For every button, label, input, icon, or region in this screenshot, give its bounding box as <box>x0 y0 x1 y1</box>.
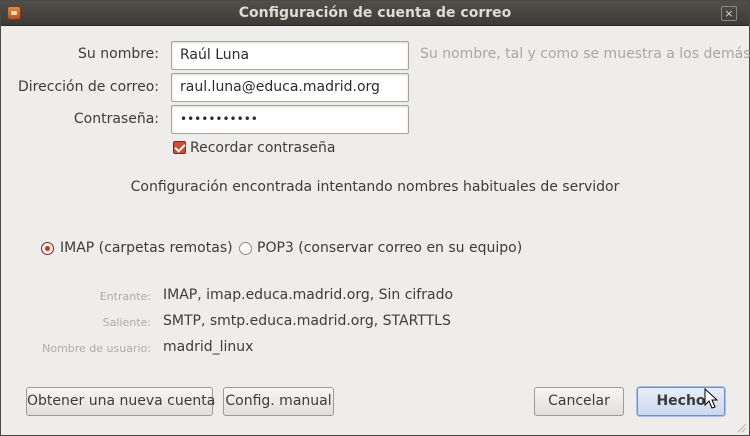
username-label: Nombre de usuario: <box>42 342 151 355</box>
pop3-radio[interactable] <box>239 242 252 255</box>
mouse-pointer-icon <box>704 388 718 409</box>
name-hint: Su nombre, tal y como se muestra a los d… <box>420 46 750 62</box>
new-account-button[interactable]: Obtener una nueva cuenta <box>26 387 215 416</box>
remember-password-checkbox[interactable] <box>173 141 186 154</box>
incoming-value: IMAP, imap.educa.madrid.org, Sin cifrado <box>163 287 454 303</box>
outgoing-label: Saliente: <box>102 316 151 329</box>
cancel-button[interactable]: Cancelar <box>534 387 624 416</box>
resize-grip-icon[interactable] <box>735 421 747 433</box>
remember-password-label[interactable]: Recordar contraseña <box>190 140 335 156</box>
title-bar[interactable]: Configuración de cuenta de correo × <box>1 1 749 26</box>
imap-radio-label[interactable]: IMAP (carpetas remotas) <box>60 240 233 256</box>
outgoing-value: SMTP, smtp.educa.madrid.org, STARTTLS <box>163 313 451 329</box>
window-title: Configuración de cuenta de correo <box>238 5 512 21</box>
pop3-radio-label[interactable]: POP3 (conservar correo en su equipo) <box>257 240 522 256</box>
name-label: Su nombre: <box>78 46 159 62</box>
close-icon: × <box>724 7 734 20</box>
account-setup-dialog: Configuración de cuenta de correo × Su n… <box>0 0 750 436</box>
manual-config-button[interactable]: Config. manual <box>223 387 334 416</box>
name-input[interactable]: Raúl Luna <box>171 41 409 70</box>
email-input[interactable]: raul.luna@educa.madrid.org <box>171 73 409 102</box>
status-message: Configuración encontrada intentando nomb… <box>130 179 620 195</box>
close-button[interactable]: × <box>721 6 737 21</box>
email-label: Dirección de correo: <box>18 79 159 95</box>
incoming-label: Entrante: <box>99 290 151 303</box>
password-label: Contraseña: <box>73 111 159 127</box>
imap-radio[interactable] <box>41 242 54 255</box>
password-input[interactable]: ••••••••••• <box>171 105 409 134</box>
username-value: madrid_linux <box>163 339 254 355</box>
